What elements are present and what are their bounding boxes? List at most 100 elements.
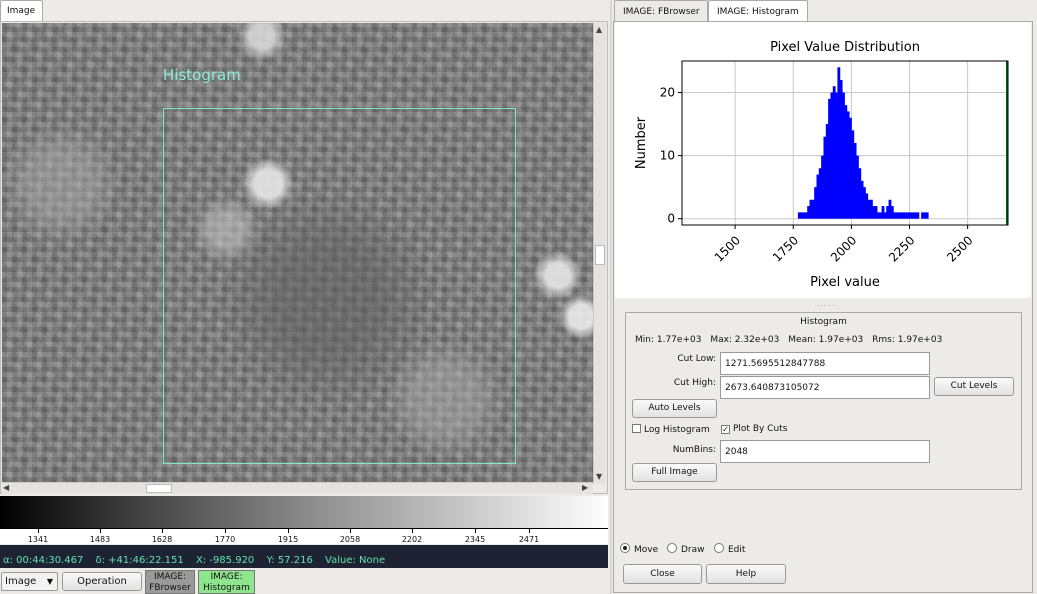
group-title: Histogram: [800, 317, 847, 327]
help-label: Help: [735, 569, 757, 579]
radio-move-icon[interactable]: [620, 543, 630, 553]
mode-edit-radio[interactable]: Edit: [714, 543, 745, 555]
stat-max: Max: 2.32e+03: [710, 335, 780, 345]
histogram-plot[interactable]: Pixel Value Distribution 1500 1750 2000 2250…: [615, 22, 1031, 298]
cut-high-input[interactable]: 2673.640873105072: [720, 376, 930, 399]
tab-fbrowser[interactable]: IMAGE: FBrowser: [614, 0, 708, 22]
close-label: Close: [650, 569, 675, 579]
chart-title: Pixel Value Distribution: [770, 40, 920, 55]
bottom-toolbar: Image ▼ Operation IMAGE: FBrowser IMAGE:…: [0, 569, 608, 594]
scroll-up-icon[interactable]: ▲: [596, 25, 602, 35]
tab-fbrowser-label: IMAGE: FBrowser: [623, 7, 700, 17]
colorbar-tick-label: 1915: [277, 535, 299, 544]
status-dec: δ: +41:46:22.151: [95, 555, 184, 566]
log-histogram-label: Log Histogram: [644, 425, 710, 435]
scroll-down-icon[interactable]: ▼: [596, 472, 602, 482]
numbins-value: 2048: [725, 447, 748, 457]
mode-edit-label: Edit: [728, 545, 746, 555]
vertical-scrollbar[interactable]: ▲ ▼: [593, 23, 606, 484]
colorbar-tick: [412, 529, 413, 533]
colorbar-tick-label: 2202: [401, 535, 423, 544]
plot-by-cuts-label: Plot By Cuts: [733, 424, 788, 434]
colorbar-tick: [162, 529, 163, 533]
colorbar-tick: [288, 529, 289, 533]
colorbar-tick-label: 1483: [89, 535, 111, 544]
ws-tab-histogram-line2: Histogram: [203, 583, 250, 593]
colorbar-scale: 1341 1483 1628 1770 1915 2058 2202 2345 2471: [0, 528, 608, 544]
x-tick-label: 2250: [886, 233, 917, 264]
colorbar-tick-label: 2471: [518, 535, 540, 544]
status-y: Y: 57.216: [266, 555, 313, 566]
ws-tab-histogram[interactable]: IMAGE: Histogram: [198, 570, 255, 594]
cut-levels-label: Cut Levels: [950, 381, 998, 391]
auto-levels-button[interactable]: Auto Levels: [632, 399, 717, 418]
y-axis-label: Number: [634, 116, 649, 169]
cut-low-label: Cut Low:: [677, 354, 716, 364]
mode-move-label: Move: [634, 545, 659, 555]
ws-tab-fbrowser-line2: FBrowser: [149, 583, 191, 593]
tab-histogram-label: IMAGE: Histogram: [717, 7, 799, 17]
tab-image[interactable]: Image: [0, 0, 43, 22]
colorbar-tick-label: 1770: [214, 535, 236, 544]
horizontal-scrollbar[interactable]: ◀ ▶: [2, 482, 593, 494]
y-tick-label: 10: [660, 149, 675, 163]
y-tick-label: 20: [660, 86, 675, 100]
cut-low-input[interactable]: 1271.5695512847788: [720, 352, 930, 375]
full-image-button[interactable]: Full Image: [632, 463, 717, 482]
operation-button-label: Operation: [77, 576, 127, 587]
horizontal-scroll-thumb[interactable]: [146, 484, 172, 493]
workspace-select-value: Image: [5, 576, 37, 587]
status-x: X: -985.920: [195, 555, 255, 566]
x-tick-label: 1750: [770, 233, 801, 264]
histogram-roi-box[interactable]: [163, 108, 516, 464]
stat-min: Min: 1.77e+03: [635, 335, 702, 345]
radio-edit-icon[interactable]: [714, 543, 724, 553]
cut-levels-button[interactable]: Cut Levels: [934, 377, 1014, 396]
help-button[interactable]: Help: [706, 564, 786, 584]
colorbar-tick: [225, 529, 226, 533]
colorbar-tick-label: 1628: [151, 535, 173, 544]
x-tick-label: 1500: [712, 233, 743, 264]
colorbar-tick: [38, 529, 39, 533]
plot-splitter-handle[interactable]: ........: [815, 301, 838, 308]
chevron-down-icon: ▼: [46, 577, 53, 586]
scroll-left-icon[interactable]: ◀: [3, 483, 9, 493]
radio-draw-icon[interactable]: [667, 543, 677, 553]
close-button[interactable]: Close: [623, 564, 702, 584]
cut-low-value: 1271.5695512847788: [725, 359, 826, 369]
mode-draw-label: Draw: [681, 545, 705, 555]
colorbar-tick: [100, 529, 101, 533]
plot-by-cuts-box[interactable]: ✓: [721, 425, 730, 434]
log-histogram-box[interactable]: [632, 424, 641, 433]
pane-splitter[interactable]: [610, 0, 612, 594]
stats-line: Min: 1.77e+03 Max: 2.32e+03 Mean: 1.97e+…: [635, 335, 948, 345]
x-tick-label: 2500: [944, 233, 975, 264]
mode-draw-radio[interactable]: Draw: [667, 543, 705, 555]
mode-move-radio[interactable]: Move: [620, 543, 658, 555]
colorbar-tick: [350, 529, 351, 533]
operation-button[interactable]: Operation: [62, 572, 142, 591]
vertical-scroll-thumb[interactable]: [595, 245, 605, 265]
x-tick-label: 2000: [828, 233, 859, 264]
numbins-label: NumBins:: [672, 445, 716, 455]
cut-high-value: 2673.640873105072: [725, 383, 820, 393]
log-histogram-checkbox[interactable]: Log Histogram: [632, 424, 710, 435]
cut-high-label: Cut High:: [673, 378, 716, 388]
numbins-input[interactable]: 2048: [720, 440, 930, 463]
colorbar-tick: [475, 529, 476, 533]
tab-image-label: Image: [7, 6, 36, 16]
tab-histogram[interactable]: IMAGE: Histogram: [708, 0, 808, 22]
histogram-chart-svg: Pixel Value Distribution 1500 1750 2000 2250…: [634, 40, 1009, 290]
ws-tab-fbrowser[interactable]: IMAGE: FBrowser: [145, 570, 195, 594]
roi-label: Histogram: [163, 66, 241, 84]
scroll-right-icon[interactable]: ▶: [582, 483, 588, 493]
plot-by-cuts-checkbox[interactable]: ✓ Plot By Cuts: [721, 424, 787, 434]
colorbar[interactable]: [0, 496, 608, 528]
image-canvas[interactable]: Histogram: [2, 23, 593, 482]
workspace-select[interactable]: Image ▼: [1, 572, 58, 591]
y-tick-label: 0: [667, 212, 675, 226]
colorbar-tick-label: 1341: [27, 535, 49, 544]
stat-mean: Mean: 1.97e+03: [788, 335, 864, 345]
histogram-bar: [916, 212, 920, 219]
full-image-label: Full Image: [651, 467, 698, 477]
